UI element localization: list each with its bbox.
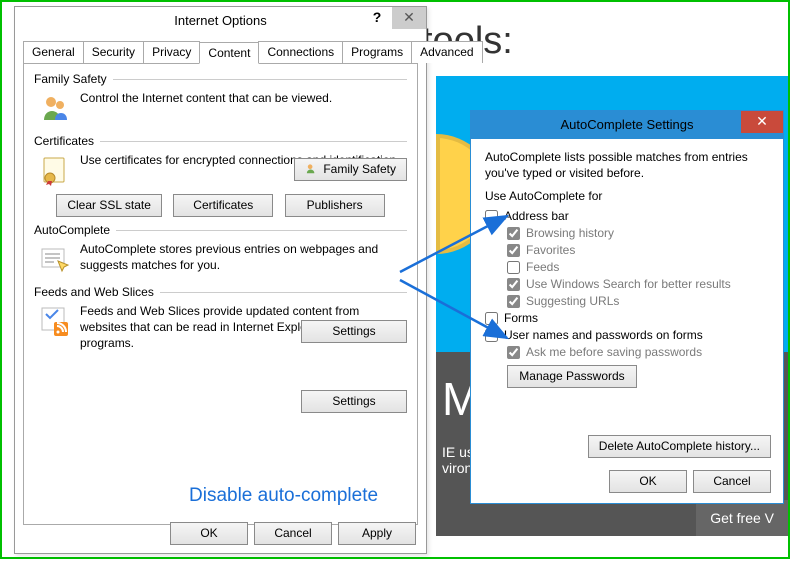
internet-options-dialog: Internet Options ? ✕ General Security Pr… xyxy=(14,6,427,554)
manage-passwords-button[interactable]: Manage Passwords xyxy=(507,365,637,388)
chk-ask-before-save[interactable]: Ask me before saving passwords xyxy=(507,345,769,359)
family-safety-button[interactable]: Family Safety xyxy=(294,158,407,181)
io-cancel-button[interactable]: Cancel xyxy=(254,522,332,545)
ac-use-for-label: Use AutoComplete for xyxy=(485,189,769,203)
feeds-icon xyxy=(38,305,72,339)
chk-browsing-history-input[interactable] xyxy=(507,227,520,240)
chk-address-bar-label: Address bar xyxy=(504,209,569,223)
tab-security[interactable]: Security xyxy=(83,41,144,63)
chk-windows-search-input[interactable] xyxy=(507,278,520,291)
ac-close-button[interactable]: ✕ xyxy=(741,111,783,133)
publishers-button[interactable]: Publishers xyxy=(285,194,385,217)
autocomplete-settings-button[interactable]: Settings xyxy=(301,320,407,343)
help-button[interactable]: ? xyxy=(362,7,392,29)
io-apply-button[interactable]: Apply xyxy=(338,522,416,545)
io-titlebar: Internet Options ? ✕ xyxy=(15,7,426,35)
chk-ask-before-save-input[interactable] xyxy=(507,346,520,359)
chk-address-bar[interactable]: Address bar xyxy=(485,209,769,223)
disable-autocomplete-annotation: Disable auto-complete xyxy=(189,485,378,507)
autocomplete-settings-dialog: AutoComplete Settings ✕ AutoComplete lis… xyxy=(470,110,784,504)
chk-suggesting-urls-label: Suggesting URLs xyxy=(526,294,619,308)
tab-advanced[interactable]: Advanced xyxy=(411,41,482,63)
io-ok-button[interactable]: OK xyxy=(170,522,248,545)
get-free-button[interactable]: Get free V xyxy=(696,500,788,536)
tab-privacy[interactable]: Privacy xyxy=(143,41,200,63)
chk-ask-before-save-label: Ask me before saving passwords xyxy=(526,345,702,359)
ac-cancel-button[interactable]: Cancel xyxy=(693,470,771,493)
chk-windows-search-label: Use Windows Search for better results xyxy=(526,277,731,291)
ac-title: AutoComplete Settings xyxy=(471,111,783,139)
chk-favorites-label: Favorites xyxy=(526,243,575,257)
chk-windows-search[interactable]: Use Windows Search for better results xyxy=(507,277,769,291)
tab-programs[interactable]: Programs xyxy=(342,41,412,63)
tab-content[interactable]: Content xyxy=(199,42,259,64)
family-safety-btn-icon xyxy=(305,163,319,177)
chk-usernames-passwords-label: User names and passwords on forms xyxy=(504,328,703,342)
family-safety-desc: Control the Internet content that can be… xyxy=(80,90,407,106)
chk-usernames-passwords[interactable]: User names and passwords on forms xyxy=(485,328,769,342)
tab-connections[interactable]: Connections xyxy=(258,41,343,63)
ac-ok-button[interactable]: OK xyxy=(609,470,687,493)
chk-browsing-history[interactable]: Browsing history xyxy=(507,226,769,240)
chk-suggesting-urls-input[interactable] xyxy=(507,295,520,308)
ac-intro: AutoComplete lists possible matches from… xyxy=(485,149,769,181)
chk-browsing-history-label: Browsing history xyxy=(526,226,614,240)
delete-autocomplete-history-button[interactable]: Delete AutoComplete history... xyxy=(588,435,771,458)
family-safety-btn-label: Family Safety xyxy=(323,159,396,180)
autocomplete-icon xyxy=(38,243,72,277)
certificate-icon xyxy=(38,154,72,188)
family-safety-icon xyxy=(38,92,72,126)
chk-suggesting-urls[interactable]: Suggesting URLs xyxy=(507,294,769,308)
chk-favorites[interactable]: Favorites xyxy=(507,243,769,257)
group-label-auto: AutoComplete xyxy=(34,223,116,237)
chk-address-bar-input[interactable] xyxy=(485,210,498,223)
feeds-settings-button[interactable]: Settings xyxy=(301,390,407,413)
chk-feeds-label: Feeds xyxy=(526,260,559,274)
tab-body: Family Safety Control the Internet conte… xyxy=(23,63,418,525)
chk-forms-input[interactable] xyxy=(485,312,498,325)
group-label-family: Family Safety xyxy=(34,72,113,86)
tab-general[interactable]: General xyxy=(23,41,84,63)
chk-favorites-input[interactable] xyxy=(507,244,520,257)
ac-titlebar: AutoComplete Settings ✕ xyxy=(471,111,783,139)
chk-feeds-input[interactable] xyxy=(507,261,520,274)
chk-feeds[interactable]: Feeds xyxy=(507,260,769,274)
chk-forms-label: Forms xyxy=(504,311,538,325)
chk-forms[interactable]: Forms xyxy=(485,311,769,325)
chk-usernames-passwords-input[interactable] xyxy=(485,329,498,342)
tab-strip: General Security Privacy Content Connect… xyxy=(15,35,426,63)
group-label-feeds: Feeds and Web Slices xyxy=(34,285,160,299)
certificates-button[interactable]: Certificates xyxy=(173,194,273,217)
auto-desc: AutoComplete stores previous entries on … xyxy=(80,241,407,273)
clear-ssl-button[interactable]: Clear SSL state xyxy=(56,194,162,217)
close-button[interactable]: ✕ xyxy=(392,7,426,29)
group-autocomplete: AutoComplete AutoComplete stores previou… xyxy=(34,223,407,279)
group-family-safety: Family Safety Control the Internet conte… xyxy=(34,72,407,128)
group-label-certs: Certificates xyxy=(34,134,100,148)
